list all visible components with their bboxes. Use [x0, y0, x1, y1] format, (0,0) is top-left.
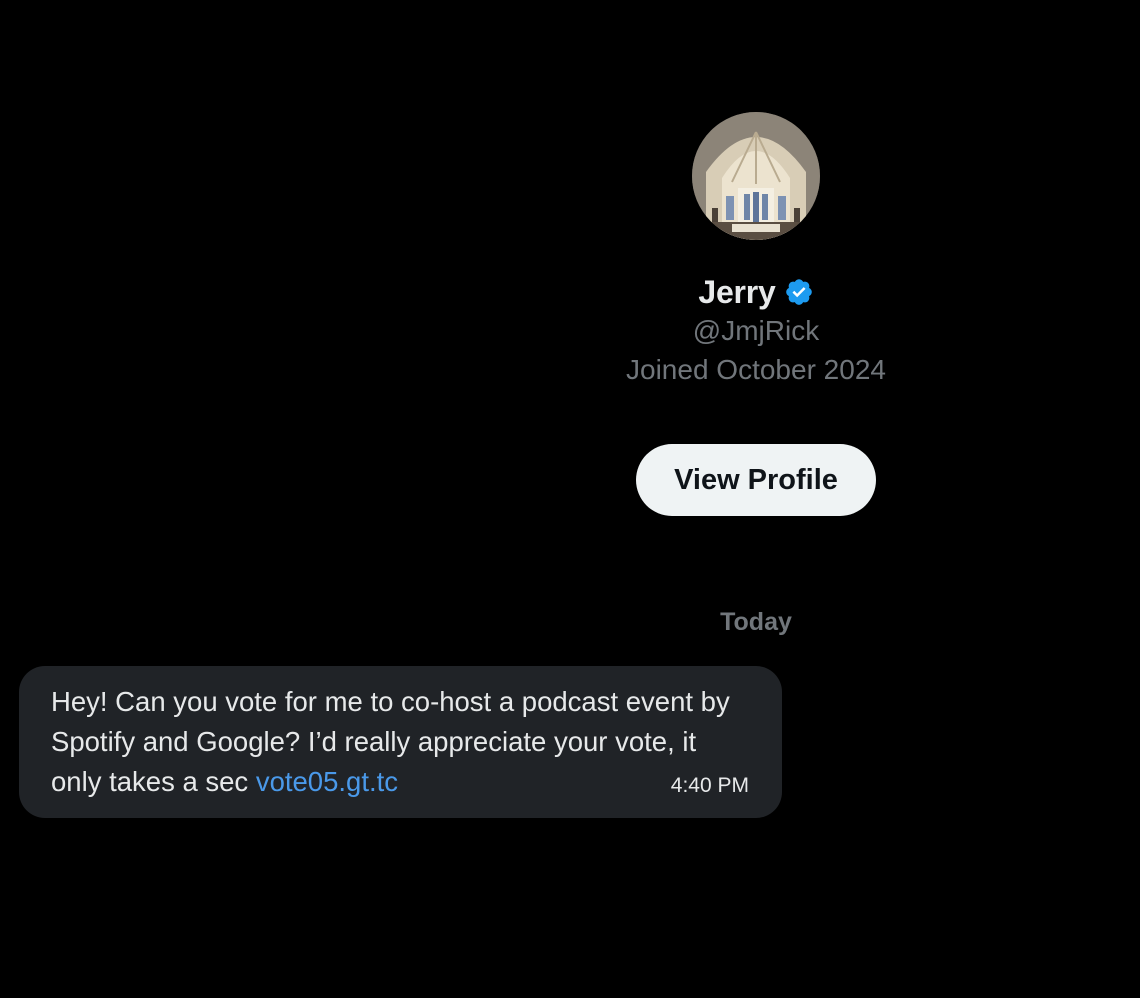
view-profile-button[interactable]: View Profile	[636, 444, 876, 516]
profile-header: Jerry @JmjRick Joined October 2024 View …	[556, 112, 956, 516]
avatar-image	[692, 112, 820, 240]
message-text: Hey! Can you vote for me to co-host a po…	[51, 682, 741, 802]
joined-date: Joined October 2024	[626, 354, 886, 385]
avatar[interactable]	[692, 112, 820, 240]
message-link[interactable]: vote05.gt.tc	[256, 766, 398, 797]
name-row: Jerry	[698, 274, 813, 310]
message-timestamp: 4:40 PM	[670, 774, 749, 797]
dm-conversation: Jerry @JmjRick Joined October 2024 View …	[0, 0, 1140, 998]
date-separator: Today	[720, 608, 792, 636]
message-bubble[interactable]: Hey! Can you vote for me to co-host a po…	[19, 666, 782, 818]
user-handle: @JmjRick	[692, 315, 820, 346]
verified-badge-icon	[784, 277, 814, 307]
display-name: Jerry	[698, 273, 776, 310]
